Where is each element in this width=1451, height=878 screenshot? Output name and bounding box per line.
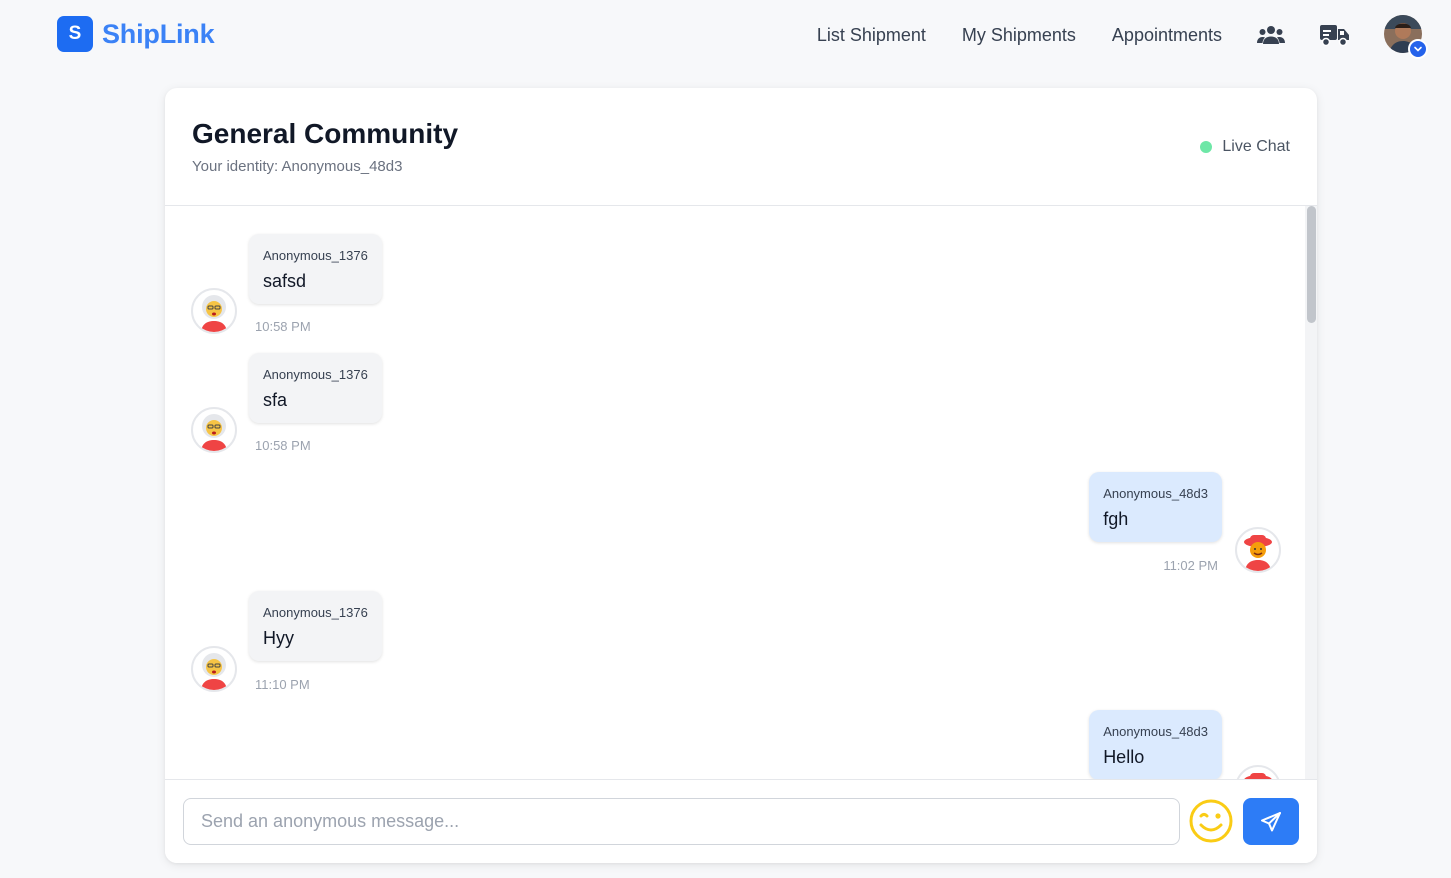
list-item: Anonymous_48d3 fgh: [1089, 472, 1222, 542]
brand-name: ShipLink: [102, 18, 215, 49]
live-status: Live Chat: [1200, 138, 1290, 156]
navbar: S ShipLink List Shipment My Shipments Ap…: [0, 0, 1451, 70]
nav-links: List Shipment My Shipments Appointments: [817, 0, 1451, 70]
truck-icon[interactable]: [1320, 20, 1350, 50]
message-input[interactable]: [183, 798, 1180, 845]
nav-appointments[interactable]: Appointments: [1112, 25, 1222, 46]
page-title: General Community: [192, 118, 459, 149]
message-bubble: Anonymous_1376 Hyy: [249, 591, 382, 661]
message-text: safsd: [263, 271, 307, 291]
message-sender: Anonymous_1376: [263, 248, 368, 263]
chat-card: General Community Your identity: Anonymo…: [165, 88, 1317, 863]
list-item: Anonymous_48d3 Hello: [1089, 710, 1222, 779]
message-bubble: Anonymous_1376 sfa: [249, 353, 382, 423]
message-text: fgh: [1103, 509, 1129, 529]
message-text: Hello: [1103, 747, 1145, 767]
chevron-down-icon[interactable]: [1408, 39, 1428, 59]
message-text: Hyy: [263, 628, 294, 648]
avatar: [191, 407, 237, 453]
grandma-avatar-icon: [201, 414, 227, 451]
send-icon: [1261, 811, 1281, 831]
hat-avatar-icon: [1244, 773, 1272, 779]
brand-logo[interactable]: S ShipLink: [57, 16, 215, 52]
status-dot: [1200, 141, 1213, 153]
message-time: 11:10 PM: [255, 677, 310, 692]
message-bubble: Anonymous_48d3 Hello: [1089, 710, 1222, 779]
scrollbar[interactable]: [1305, 206, 1317, 779]
message-text: sfa: [263, 390, 288, 410]
message-sender: Anonymous_48d3: [1103, 724, 1208, 739]
avatar: [1235, 765, 1281, 779]
list-item: Anonymous_1376 safsd: [249, 234, 382, 304]
user-avatar[interactable]: [1384, 15, 1428, 59]
list-item: Anonymous_1376 sfa: [249, 353, 382, 423]
message-list[interactable]: Anonymous_1376 safsd 10:58 PM Anonymous_…: [165, 206, 1317, 779]
grandma-avatar-icon: [201, 653, 227, 690]
chat-header: General Community Your identity: Anonymo…: [165, 88, 1317, 206]
avatar: [191, 288, 237, 334]
identity-label: Your identity: Anonymous_48d3: [192, 158, 403, 175]
message-sender: Anonymous_1376: [263, 605, 368, 620]
message-time: 10:58 PM: [255, 438, 311, 453]
message-sender: Anonymous_48d3: [1103, 486, 1208, 501]
nav-my-shipments[interactable]: My Shipments: [962, 25, 1076, 46]
composer: [165, 779, 1317, 863]
wink-emoji-icon[interactable]: [1188, 798, 1234, 844]
grandma-avatar-icon: [201, 295, 227, 332]
hat-avatar-icon: [1244, 535, 1272, 571]
message-time: 10:58 PM: [255, 319, 311, 334]
message-bubble: Anonymous_48d3 fgh: [1089, 472, 1222, 542]
users-icon[interactable]: [1256, 20, 1286, 50]
send-button[interactable]: [1243, 798, 1299, 845]
logo-badge: S: [57, 16, 93, 52]
nav-list-shipment[interactable]: List Shipment: [817, 25, 926, 46]
avatar: [1235, 527, 1281, 573]
scrollbar-thumb[interactable]: [1307, 206, 1316, 323]
list-item: Anonymous_1376 Hyy: [249, 591, 382, 661]
message-bubble: Anonymous_1376 safsd: [249, 234, 382, 304]
message-time: 11:02 PM: [1163, 558, 1218, 573]
message-sender: Anonymous_1376: [263, 367, 368, 382]
avatar: [191, 646, 237, 692]
status-badge: Live Chat: [1222, 138, 1290, 155]
